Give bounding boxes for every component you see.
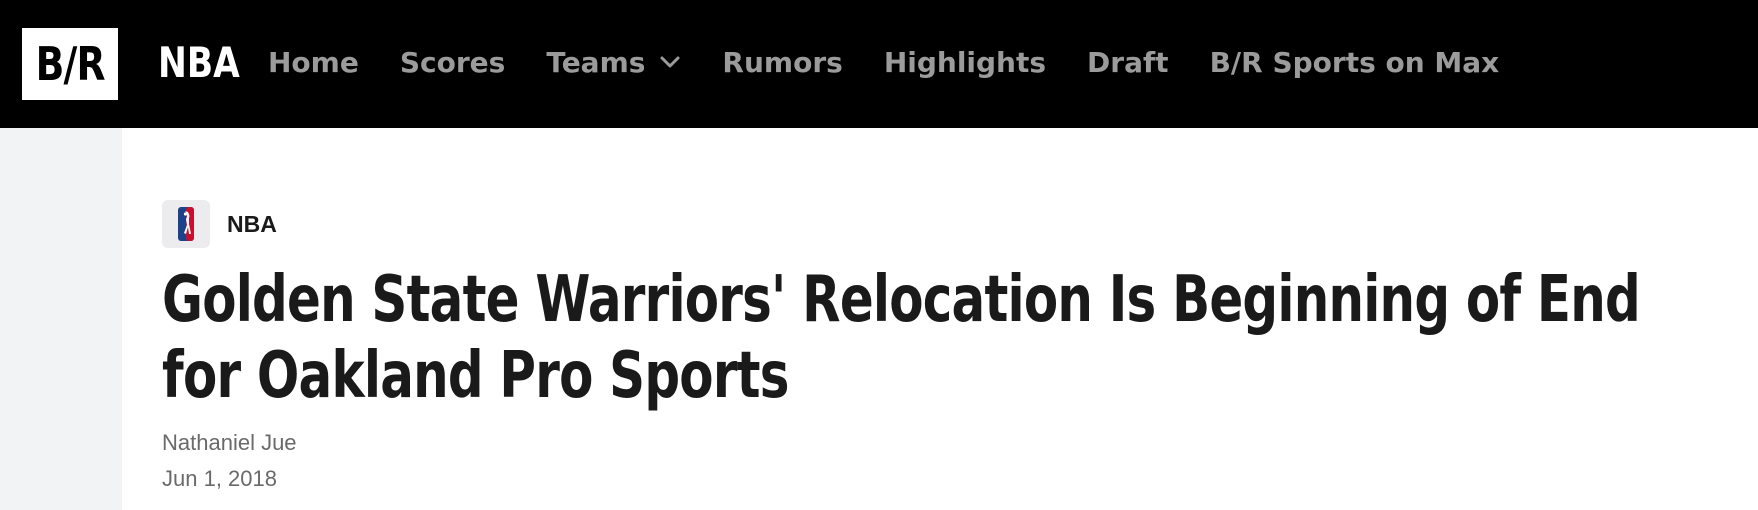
nav-teams-dropdown[interactable]: Teams — [546, 46, 681, 79]
nav-rumors[interactable]: Rumors — [722, 46, 842, 79]
nav-home-label: Home — [268, 45, 359, 79]
article-author[interactable]: Nathaniel Jue — [162, 430, 297, 456]
logo-text: B/R — [35, 37, 105, 91]
top-navigation-bar: B/R NBA Home Scores Teams Rumors Highlig… — [0, 0, 1758, 128]
nav-home[interactable]: Home — [268, 46, 359, 79]
nav-highlights-label: Highlights — [883, 45, 1047, 79]
league-tag: NBA — [162, 200, 277, 248]
nav-draft[interactable]: Draft — [1087, 46, 1169, 79]
chevron-down-icon — [660, 56, 680, 68]
nav-br-sports-on-max-label: B/R Sports on Max — [1209, 45, 1500, 79]
article-container: NBA Golden State Warriors' Relocation Is… — [122, 128, 1758, 510]
article-headline: Golden State Warriors' Relocation Is Beg… — [162, 263, 1641, 413]
main-nav: Home Scores Teams Rumors Highlights Draf… — [268, 30, 1540, 94]
nav-scores[interactable]: Scores — [400, 46, 505, 79]
br-logo[interactable]: B/R — [22, 28, 118, 100]
nav-draft-label: Draft — [1087, 45, 1169, 79]
section-title[interactable]: NBA — [158, 30, 240, 94]
nav-br-sports-on-max[interactable]: B/R Sports on Max — [1210, 46, 1500, 79]
nba-logo-shape — [178, 207, 194, 241]
nav-scores-label: Scores — [399, 45, 506, 79]
article-date: Jun 1, 2018 — [162, 466, 277, 491]
nav-highlights[interactable]: Highlights — [884, 46, 1046, 79]
nba-logo-icon[interactable] — [162, 200, 210, 248]
nav-rumors-label: Rumors — [722, 45, 843, 79]
nav-teams-label: Teams — [546, 45, 646, 79]
league-label[interactable]: NBA — [227, 211, 277, 238]
